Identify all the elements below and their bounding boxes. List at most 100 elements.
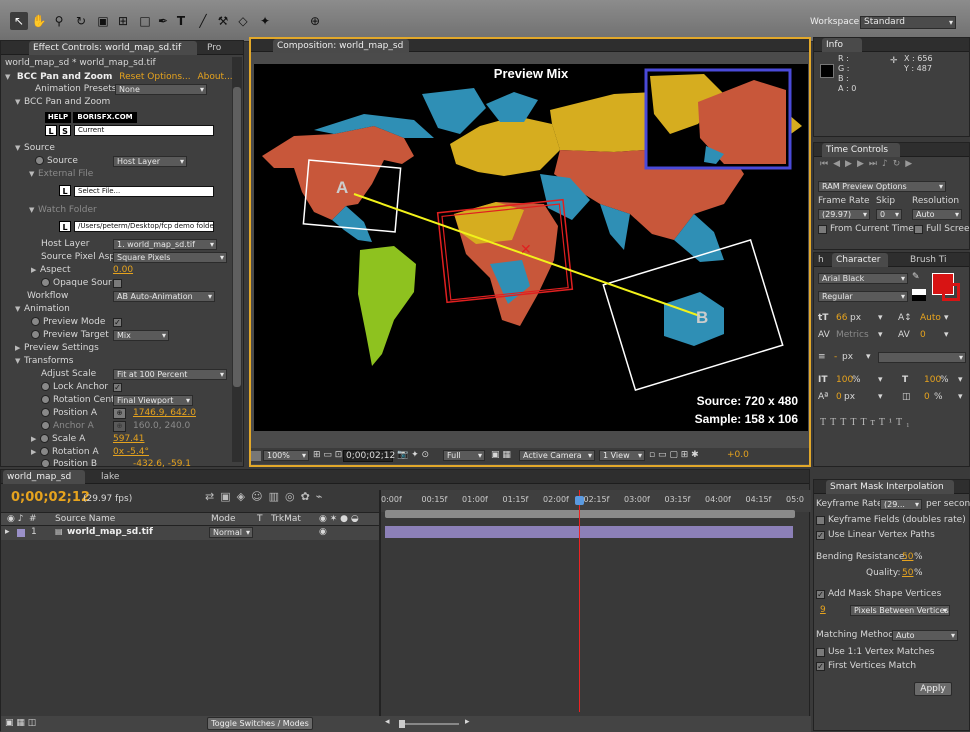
stopwatch-icon[interactable] [41,395,50,404]
col-trkmat[interactable]: TrkMat [271,514,301,524]
pane-divider[interactable] [379,490,381,732]
eraser-tool-icon[interactable]: ◇ [234,12,252,30]
collapse-triangle-icon[interactable]: ▼ [15,142,24,155]
type-tool-icon[interactable]: T [172,12,190,30]
vertices-mode-dropdown[interactable]: Pixels Between Vertices [850,605,950,616]
safe-margins-icon[interactable]: ⊞ ▭ ⊡ [313,450,342,460]
rectangle-mask-tool-icon[interactable]: □ [136,12,154,30]
load-preset-button[interactable]: L [45,125,57,136]
graph-editor-icon[interactable]: ⌁ [316,490,329,503]
timeline-current-time[interactable]: 0;00;02;12 [11,490,90,505]
vertices-value[interactable]: 9 [820,605,826,615]
adjust-scale-dropdown[interactable]: Fit at 100 Percent [113,369,227,380]
stopwatch-icon[interactable] [41,459,50,468]
frame-blending-icon[interactable]: ▥ [269,490,285,503]
tab-project[interactable]: Pro [203,41,239,55]
tab-composition[interactable]: Composition: world_map_sd [273,39,409,53]
loop-icon[interactable]: ↻ [893,159,906,169]
skip-dropdown[interactable]: 0 [876,209,902,220]
collapse-triangle-icon[interactable]: ▼ [5,71,14,84]
audio-icon[interactable]: ♪ [882,159,893,169]
preview-mode-checkbox[interactable]: ✓ [113,318,122,327]
font-size-value[interactable]: 66 [836,313,847,323]
table-row[interactable]: ▸ 1 ▤ world_map_sd.tif Normal ◉ [1,526,381,540]
playhead-handle[interactable] [575,496,584,505]
position-a-value[interactable]: 1746.9, 642.0 [133,407,196,420]
pan-behind-tool-icon[interactable]: ⊞ [114,12,132,30]
expand-triangle-icon[interactable]: ▶ [31,264,40,277]
eyedropper-icon[interactable]: ✎ [912,272,920,282]
region-of-interest-icon[interactable]: ▣ ▦ [491,450,511,460]
superscript-icon[interactable]: T¹ [879,417,896,428]
toggle-switches-button[interactable]: Toggle Switches / Modes [207,717,313,730]
subscript-icon[interactable]: T₁ [896,417,914,428]
full-screen-checkbox[interactable] [914,225,923,234]
vertical-scale-arrow-icon[interactable]: ▾ [878,375,883,385]
horizontal-scale-arrow-icon[interactable]: ▾ [958,375,963,385]
vertical-scale-value[interactable]: 100 [836,375,853,385]
reset-link[interactable]: Reset [119,72,144,82]
stroke-width-value[interactable]: - [834,352,837,362]
next-frame-icon[interactable]: ▶ [857,159,869,169]
quality-value[interactable]: 50 [902,568,913,578]
bending-value[interactable]: 50 [902,552,913,562]
select-file-field[interactable]: Select File... [74,186,214,197]
tracking-value[interactable]: 0 [920,330,926,340]
draft-3d-icon[interactable]: ◈ [237,490,251,503]
source-dropdown[interactable]: Host Layer [113,156,187,167]
faux-bold-icon[interactable]: T [820,417,830,428]
preset-name-field[interactable]: Current [74,125,214,136]
tab-info[interactable]: Info [822,38,862,52]
tab-paragraph[interactable]: h [814,253,826,267]
stopwatch-icon[interactable] [31,330,40,339]
expand-triangle-icon[interactable]: ▶ [31,433,40,446]
leading-value[interactable]: Auto [920,313,941,323]
scale-a-value[interactable]: 597.41 [113,433,145,446]
stopwatch-icon[interactable] [41,421,50,430]
rotation-center-dropdown[interactable]: Final Viewport [113,395,193,406]
crosshair-icon[interactable]: ⊕ [113,408,126,419]
col-mode[interactable]: Mode [211,514,236,524]
puppet-tool-icon[interactable]: ✦ [256,12,274,30]
stroke-width-arrow-icon[interactable]: ▾ [866,352,871,362]
expand-triangle-icon[interactable]: ▶ [31,446,40,459]
first-vertices-checkbox[interactable]: ✓ [816,662,825,671]
animation-presets-dropdown[interactable]: None [115,84,207,95]
effect-controls-scrollbar[interactable] [232,57,242,462]
collapse-triangle-icon[interactable]: ▼ [15,96,24,109]
camera-tool-icon[interactable]: ▣ [94,12,112,30]
all-caps-icon[interactable]: TT [840,417,860,428]
workspace-dropdown[interactable]: Standard [860,16,956,29]
tracking-arrow-icon[interactable]: ▾ [944,330,949,340]
snapshot-icon[interactable]: 📷 ✦ ⊙ [397,450,429,460]
tsume-arrow-icon[interactable]: ▾ [958,392,963,402]
load-folder-button[interactable]: L [59,221,71,232]
playhead-line[interactable] [579,490,580,712]
stopwatch-icon[interactable] [35,156,44,165]
preview-target-dropdown[interactable]: Mix [113,330,169,341]
stopwatch-icon[interactable] [41,408,50,417]
about-link[interactable]: About... [197,72,232,82]
font-style-dropdown[interactable]: Regular [818,291,908,302]
stroke-style-dropdown[interactable] [878,352,966,363]
expand-triangle-icon[interactable]: ▶ [15,342,24,355]
from-current-checkbox[interactable] [818,225,827,234]
tab-time-controls[interactable]: Time Controls [822,143,900,157]
prev-frame-icon[interactable]: ◀ [833,159,845,169]
matching-method-dropdown[interactable]: Auto [892,630,958,641]
zoom-slider-thumb[interactable] [399,720,405,728]
expand-triangle-icon[interactable]: ▼ [29,168,38,181]
rotate-tool-icon[interactable]: ↻ [72,12,90,30]
load-file-button[interactable]: L [59,185,71,196]
opaque-checkbox[interactable] [113,279,122,288]
visibility-icon[interactable]: ◉ [319,527,327,537]
exposure-value[interactable]: +0.0 [727,450,749,460]
stopwatch-icon[interactable] [40,434,49,443]
pixel-aspect-dropdown[interactable]: Square Pixels [113,252,227,263]
apply-button[interactable]: Apply [914,682,952,696]
horizontal-scale-value[interactable]: 100 [924,375,941,385]
tab-character[interactable]: Character [832,253,888,267]
composition-viewer[interactable]: ✕ Preview Mix A B Source: 720 x 480 Samp… [254,64,808,431]
always-preview-icon[interactable] [251,451,261,461]
pixel-aspect-icon[interactable]: ▫ ▭ ▢ ⊞ ✱ [649,450,699,460]
